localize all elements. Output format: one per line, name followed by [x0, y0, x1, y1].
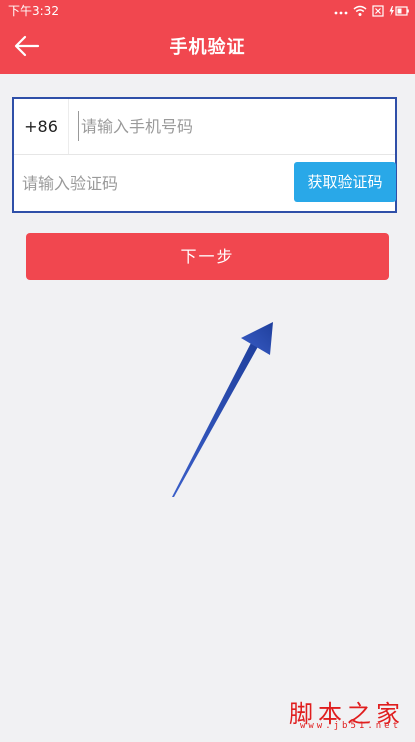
signal-dots-icon — [334, 6, 348, 16]
verification-code-input[interactable] — [22, 168, 277, 198]
phone-row: +86 — [14, 99, 395, 155]
country-code-selector[interactable]: +86 — [14, 99, 69, 154]
site-watermark: 脚本之家 www.jb51.net — [275, 694, 405, 732]
get-code-button[interactable]: 获取验证码 — [294, 162, 396, 202]
arrow-shaft — [172, 339, 260, 497]
sim-icon — [372, 5, 384, 17]
back-button[interactable] — [10, 32, 44, 64]
status-icons — [334, 3, 409, 19]
next-step-button[interactable]: 下一步 — [26, 233, 389, 280]
arrow-left-icon — [14, 35, 40, 61]
phone-number-input[interactable] — [78, 111, 381, 141]
app-header: 手机验证 — [0, 22, 415, 74]
arrow-head — [241, 322, 273, 355]
status-bar: 下午3:32 — [0, 0, 415, 22]
screen: 下午3:32 手机验证 +86 请输入手机号码 请输入验证码 获取验证码 下一步… — [0, 0, 415, 742]
page-title: 手机验证 — [169, 37, 246, 58]
wifi-icon — [353, 5, 367, 17]
code-row: 获取验证码 — [14, 155, 396, 211]
verification-form: +86 获取验证码 — [12, 97, 397, 213]
battery-charging-icon — [389, 5, 409, 17]
status-time: 下午3:32 — [8, 4, 59, 18]
watermark-url: www.jb51.net — [299, 721, 401, 731]
